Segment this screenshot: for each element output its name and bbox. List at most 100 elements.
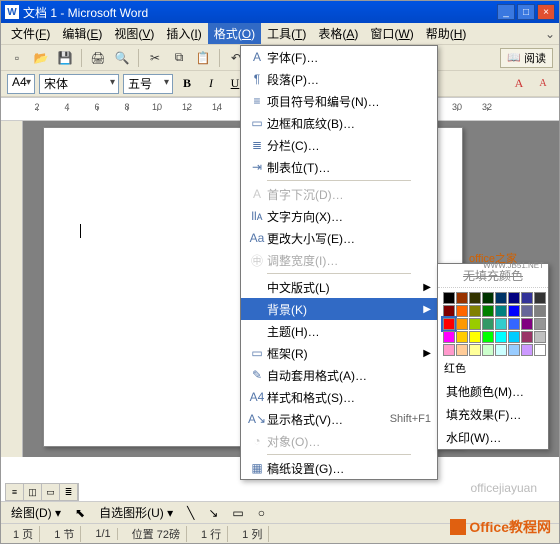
color-swatch[interactable] — [482, 331, 494, 343]
color-swatch[interactable] — [469, 318, 481, 330]
format-menu-item[interactable]: A↘显示格式(V)…Shift+F1 — [241, 408, 437, 430]
color-swatch[interactable] — [469, 331, 481, 343]
normal-view-button[interactable]: ≡ — [6, 484, 24, 500]
color-swatch[interactable] — [521, 318, 533, 330]
color-swatch[interactable] — [482, 292, 494, 304]
web-view-button[interactable]: ◫ — [24, 484, 42, 500]
color-swatch[interactable] — [534, 305, 546, 317]
format-menu-item[interactable]: ▭边框和底纹(B)… — [241, 112, 437, 134]
oval-button[interactable]: ○ — [254, 506, 269, 520]
format-menu-item[interactable]: 主题(H)… — [241, 320, 437, 342]
outline-view-button[interactable]: ≣ — [60, 484, 78, 500]
color-swatch[interactable] — [482, 305, 494, 317]
color-swatch[interactable] — [508, 305, 520, 317]
color-swatch[interactable] — [534, 344, 546, 356]
open-button[interactable]: 📂 — [31, 48, 51, 68]
color-swatch[interactable] — [521, 305, 533, 317]
minimize-button[interactable]: _ — [497, 4, 515, 20]
color-swatch[interactable] — [482, 344, 494, 356]
format-menu-item[interactable]: A字体(F)… — [241, 46, 437, 68]
format-menu-item[interactable]: ≣分栏(C)… — [241, 134, 437, 156]
format-menu-item[interactable]: ≡项目符号和编号(N)… — [241, 90, 437, 112]
format-menu-item[interactable]: 背景(K)▶ — [241, 298, 437, 320]
color-swatch[interactable] — [495, 305, 507, 317]
close-button[interactable]: × — [537, 4, 555, 20]
read-mode-button[interactable]: 📖阅读 — [500, 48, 553, 68]
color-swatch[interactable] — [456, 344, 468, 356]
font-size-combo[interactable]: 五号 — [123, 74, 173, 94]
format-menu-item[interactable]: ▦稿纸设置(G)… — [241, 457, 437, 479]
new-button[interactable]: ▫ — [7, 48, 27, 68]
font-grow-button[interactable]: A — [509, 74, 529, 94]
color-swatch[interactable] — [482, 318, 494, 330]
color-swatch[interactable] — [534, 318, 546, 330]
bold-button[interactable]: B — [177, 74, 197, 94]
color-swatch[interactable] — [534, 331, 546, 343]
menu-a[interactable]: 表格(A) — [312, 23, 364, 44]
menu-v[interactable]: 视图(V) — [108, 23, 160, 44]
autoshapes-button[interactable]: 自选图形(U) ▾ — [95, 504, 177, 521]
color-swatch[interactable] — [521, 331, 533, 343]
color-swatch[interactable] — [456, 318, 468, 330]
color-swatch[interactable] — [508, 292, 520, 304]
color-swatch[interactable] — [443, 292, 455, 304]
color-swatch[interactable] — [534, 292, 546, 304]
font-name-combo[interactable]: 宋体 — [39, 74, 119, 94]
no-fill-option[interactable]: 无填充颜色 — [438, 264, 548, 288]
watermark-item[interactable]: 水印(W)… — [438, 426, 548, 449]
print-view-button[interactable]: ▭ — [42, 484, 60, 500]
menu-w[interactable]: 窗口(W) — [364, 23, 419, 44]
fill-effects-item[interactable]: 填充效果(F)… — [438, 403, 548, 426]
color-swatch[interactable] — [495, 292, 507, 304]
format-menu-item[interactable]: A4样式和格式(S)… — [241, 386, 437, 408]
color-swatch[interactable] — [508, 344, 520, 356]
format-menu-item[interactable]: Aa更改大小写(E)… — [241, 227, 437, 249]
color-swatch[interactable] — [495, 318, 507, 330]
select-objects-button[interactable]: ⬉ — [71, 506, 89, 520]
color-swatch[interactable] — [456, 292, 468, 304]
menu-o[interactable]: 格式(O) — [208, 23, 261, 44]
color-swatch[interactable] — [456, 305, 468, 317]
print-button[interactable]: 🖨 — [88, 48, 108, 68]
arrow-button[interactable]: ↘ — [204, 506, 222, 520]
color-swatch[interactable] — [508, 318, 520, 330]
menubar-chevron[interactable]: ⌄ — [545, 27, 555, 41]
color-swatch[interactable] — [469, 305, 481, 317]
format-menu-item[interactable]: ▭框架(R)▶ — [241, 342, 437, 364]
line-button[interactable]: ╲ — [183, 506, 198, 520]
format-menu-item[interactable]: 中文版式(L)▶ — [241, 276, 437, 298]
draw-menu-button[interactable]: 绘图(D) ▾ — [7, 504, 65, 521]
color-swatch[interactable] — [443, 305, 455, 317]
menu-t[interactable]: 工具(T) — [261, 23, 312, 44]
copy-button[interactable]: ⧉ — [169, 48, 189, 68]
italic-button[interactable]: I — [201, 74, 221, 94]
color-swatch[interactable] — [495, 331, 507, 343]
color-swatch[interactable] — [443, 331, 455, 343]
color-swatch[interactable] — [443, 344, 455, 356]
color-swatch[interactable] — [508, 331, 520, 343]
color-swatch[interactable] — [469, 292, 481, 304]
cut-button[interactable]: ✂ — [145, 48, 165, 68]
color-swatch[interactable] — [521, 292, 533, 304]
preview-button[interactable]: 🔍 — [112, 48, 132, 68]
color-swatch[interactable] — [443, 318, 455, 330]
color-swatch[interactable] — [495, 344, 507, 356]
format-menu-item[interactable]: llᴀ文字方向(X)… — [241, 205, 437, 227]
format-menu-item[interactable]: ✎自动套用格式(A)… — [241, 364, 437, 386]
menu-e[interactable]: 编辑(E) — [56, 23, 108, 44]
color-swatch[interactable] — [456, 331, 468, 343]
color-swatch[interactable] — [521, 344, 533, 356]
vertical-ruler[interactable] — [1, 121, 23, 457]
paste-button[interactable]: 📋 — [193, 48, 213, 68]
menu-i[interactable]: 插入(I) — [160, 23, 207, 44]
maximize-button[interactable]: □ — [517, 4, 535, 20]
color-swatch[interactable] — [469, 344, 481, 356]
more-colors-item[interactable]: 其他颜色(M)… — [438, 380, 548, 403]
menu-f[interactable]: 文件(F) — [5, 23, 56, 44]
format-menu-item[interactable]: ¶段落(P)… — [241, 68, 437, 90]
save-button[interactable]: 💾 — [55, 48, 75, 68]
menu-h[interactable]: 帮助(H) — [420, 23, 473, 44]
font-shrink-button[interactable]: A — [533, 74, 553, 94]
style-combo[interactable]: A4 — [7, 74, 35, 94]
rectangle-button[interactable]: ▭ — [228, 506, 247, 520]
